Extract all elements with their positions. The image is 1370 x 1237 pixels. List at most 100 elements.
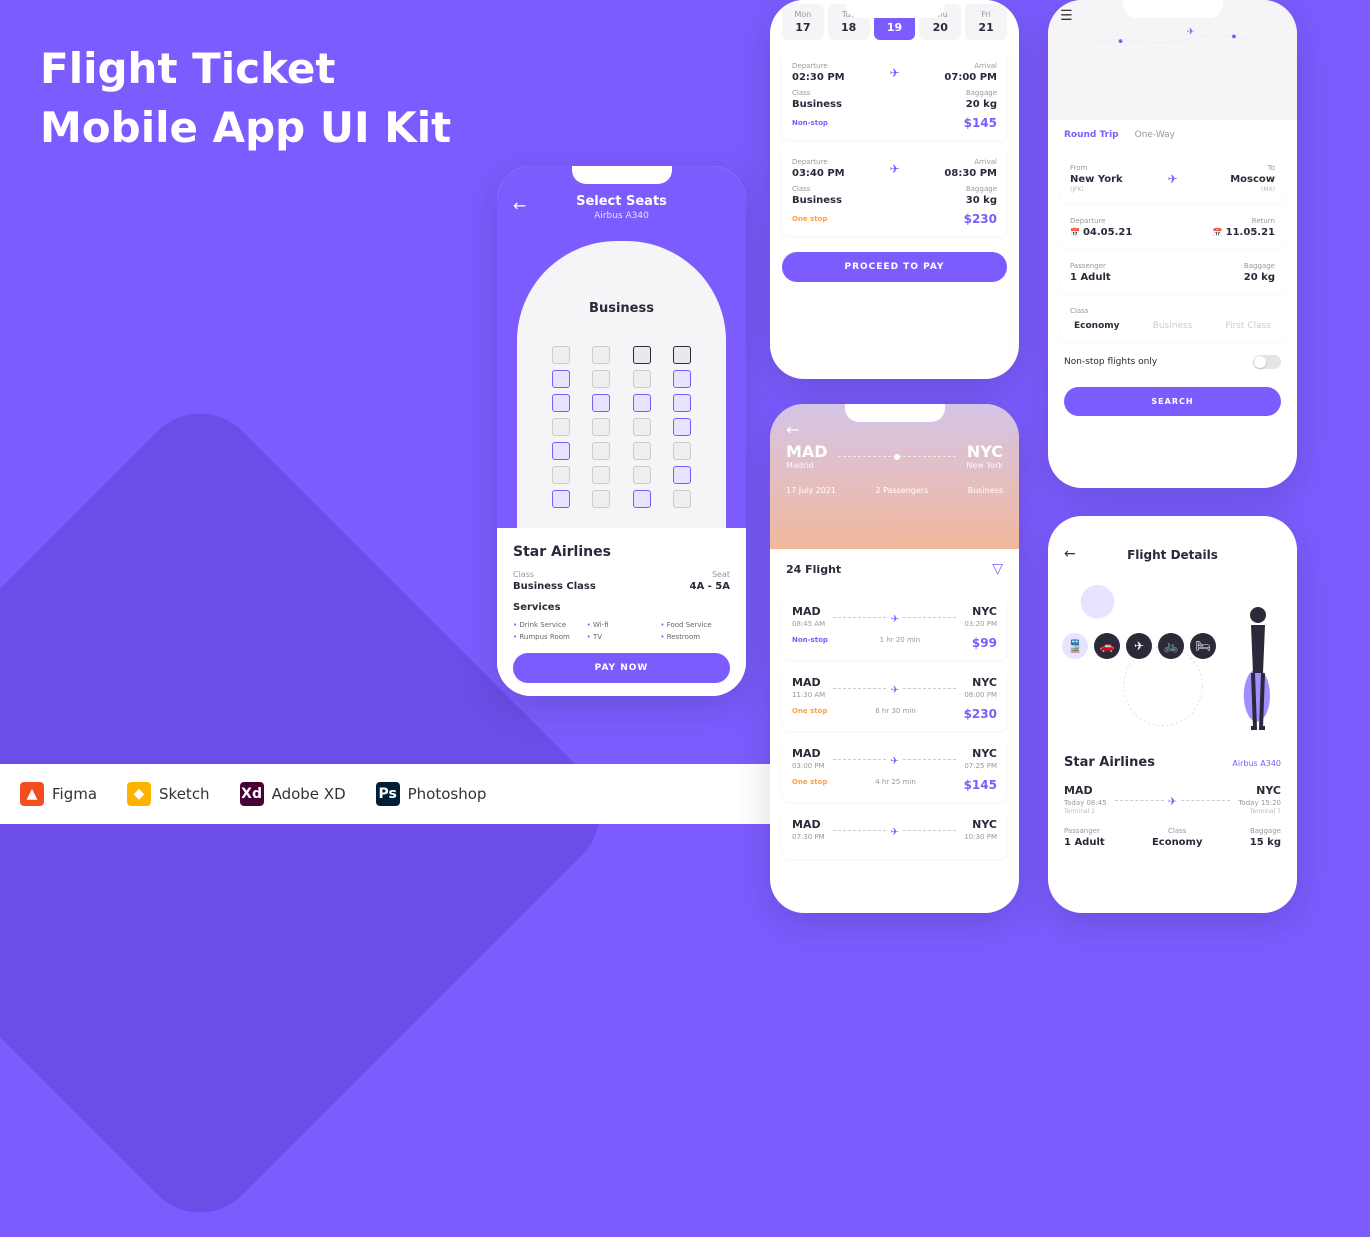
nonstop-toggle[interactable]: [1253, 355, 1281, 369]
class-business[interactable]: Business: [1153, 321, 1193, 331]
stop-badge: One stop: [792, 778, 827, 792]
plane-icon: ✈: [889, 66, 899, 80]
phone-flight-details: ← Flight Details 🚆 🚗 ✈ 🚲 🛏 Star Airlines…: [1048, 516, 1297, 913]
date-item[interactable]: Mon17: [782, 4, 824, 40]
from-code: MAD: [1064, 784, 1107, 797]
seat[interactable]: [592, 394, 610, 412]
passenger-value[interactable]: 1 Adult: [1070, 272, 1173, 283]
airline-name: Star Airlines: [1064, 755, 1155, 770]
flight-result[interactable]: MAD07:30 PM✈NYC10:30 PM: [782, 808, 1007, 859]
duration: 1 hr 20 min: [880, 636, 921, 650]
class-first[interactable]: First Class: [1226, 321, 1271, 331]
tools-bar: ▲Figma◆SketchXdAdobe XDPsPhotoshop: [0, 764, 780, 824]
passenger-value: 1 Adult: [1064, 837, 1105, 848]
seat[interactable]: [673, 442, 691, 460]
seat[interactable]: [673, 466, 691, 484]
seat[interactable]: [552, 490, 570, 508]
seat[interactable]: [552, 346, 570, 364]
date-item[interactable]: Fri21: [965, 4, 1007, 40]
service-item: Food Service: [660, 621, 730, 629]
seat[interactable]: [673, 418, 691, 436]
service-item: Drink Service: [513, 621, 583, 629]
proceed-button[interactable]: PROCEED TO PAY: [782, 252, 1007, 282]
result-count: 24 Flight: [786, 563, 841, 576]
return-value[interactable]: 📅11.05.21: [1173, 227, 1276, 238]
seat[interactable]: [592, 370, 610, 388]
tab-one-way[interactable]: One-Way: [1135, 130, 1175, 140]
seat[interactable]: [552, 442, 570, 460]
tool-item: PsPhotoshop: [376, 782, 487, 806]
price: $145: [964, 116, 997, 130]
phone-search: ☰ ✈ Round Trip One-Way FromNew York(JFK)…: [1048, 0, 1297, 488]
seat[interactable]: [552, 466, 570, 484]
seat[interactable]: [633, 418, 651, 436]
seat[interactable]: [673, 370, 691, 388]
plane-icon: ✈: [1164, 795, 1181, 808]
flight-card[interactable]: Departure02:30 PM✈Arrival07:00 PMClassBu…: [782, 52, 1007, 140]
filter-icon[interactable]: ▽: [992, 561, 1003, 577]
flight-result[interactable]: MAD03:00 PM✈NYC07:25 PMOne stop4 hr 25 m…: [782, 737, 1007, 802]
bike-icon: 🚲: [1158, 633, 1184, 659]
baggage-value: 15 kg: [1250, 837, 1281, 848]
seat[interactable]: [673, 346, 691, 364]
seat[interactable]: [592, 442, 610, 460]
class-label: Class: [1152, 827, 1203, 835]
flight-card[interactable]: Departure03:40 PM✈Arrival08:30 PMClassBu…: [782, 148, 1007, 236]
seat[interactable]: [592, 466, 610, 484]
stop-badge: Non-stop: [792, 119, 828, 127]
menu-icon[interactable]: ☰: [1060, 8, 1073, 24]
tool-label: Figma: [52, 785, 97, 803]
price: $230: [964, 707, 997, 721]
seat[interactable]: [552, 394, 570, 412]
seat[interactable]: [552, 370, 570, 388]
flight-result[interactable]: MAD11:30 AM✈NYC08:00 PMOne stop6 hr 30 m…: [782, 666, 1007, 731]
seat[interactable]: [633, 490, 651, 508]
page-title: Flight Ticket Mobile App UI Kit: [40, 40, 451, 158]
back-icon[interactable]: ←: [786, 420, 799, 439]
tool-label: Sketch: [159, 785, 210, 803]
seat[interactable]: [592, 490, 610, 508]
person-illustration: [1233, 603, 1283, 733]
train-icon: 🚆: [1062, 633, 1088, 659]
tool-item: ◆Sketch: [127, 782, 210, 806]
seat[interactable]: [633, 466, 651, 484]
service-item: Restroom: [660, 633, 730, 641]
to-terminal: Terminal 7: [1238, 808, 1281, 815]
seat[interactable]: [592, 346, 610, 364]
seat[interactable]: [673, 394, 691, 412]
seat-value: 4A - 5A: [689, 581, 730, 592]
tab-round-trip[interactable]: Round Trip: [1064, 130, 1119, 140]
service-item: TV: [587, 633, 657, 641]
seat[interactable]: [633, 370, 651, 388]
plane-icon: ✈: [886, 756, 902, 767]
seat[interactable]: [633, 442, 651, 460]
tool-label: Photoshop: [408, 785, 487, 803]
page-title: Flight Details: [1127, 548, 1218, 562]
seat[interactable]: [673, 490, 691, 508]
class-economy[interactable]: Economy: [1074, 321, 1120, 331]
bed-icon: 🛏: [1190, 633, 1216, 659]
plane-icon: ✈: [889, 162, 899, 176]
to-value[interactable]: Moscow: [1186, 174, 1275, 185]
class-value: Business Class: [513, 581, 596, 592]
plane-icon: ✈: [886, 827, 902, 838]
search-button[interactable]: SEARCH: [1064, 387, 1281, 416]
flight-result[interactable]: MAD08:45 AM✈NYC03:20 PMNon-stop1 hr 20 m…: [782, 595, 1007, 660]
plane-icon: ✈: [887, 685, 903, 696]
to-time: Today 15:20: [1238, 799, 1281, 807]
phone-select-seats: ← Select Seats Airbus A340 Business Star…: [497, 166, 746, 696]
from-value[interactable]: New York: [1070, 174, 1159, 185]
from-code: MAD: [786, 442, 828, 461]
baggage-value[interactable]: 20 kg: [1173, 272, 1276, 283]
plane-icon: ✈: [1126, 633, 1152, 659]
svg-text:✈: ✈: [1187, 26, 1195, 37]
seat[interactable]: [633, 394, 651, 412]
seat[interactable]: [592, 418, 610, 436]
passenger-count: 2 Passengers: [875, 486, 928, 495]
back-icon[interactable]: ←: [1064, 546, 1076, 562]
seat[interactable]: [633, 346, 651, 364]
pay-now-button[interactable]: PAY NOW: [513, 653, 730, 683]
seat[interactable]: [552, 418, 570, 436]
departure-value[interactable]: 📅04.05.21: [1070, 227, 1173, 238]
from-city: Madrid: [786, 461, 828, 470]
